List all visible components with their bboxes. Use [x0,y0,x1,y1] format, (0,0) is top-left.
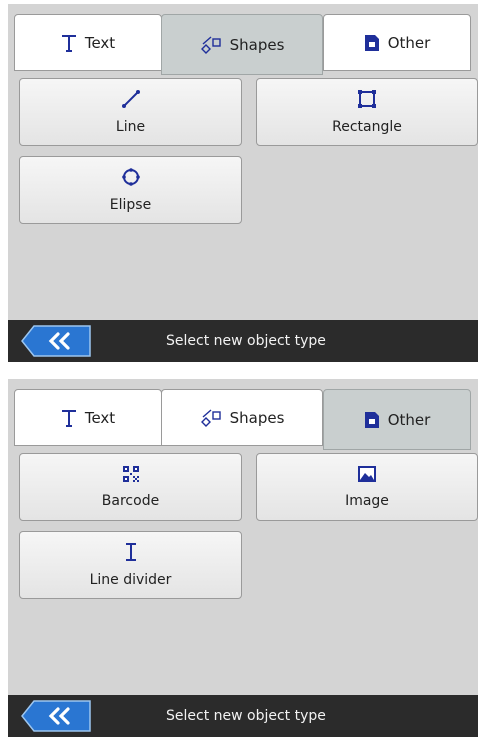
double-chevron-left-icon [21,325,91,357]
qr-code-icon [122,465,140,487]
status-text: Select new object type [166,708,326,724]
tab-other[interactable]: Other [323,389,471,450]
shapes-icon [200,35,222,54]
button-label: Barcode [101,493,160,509]
double-chevron-left-icon [21,700,91,732]
tab-label: Other [387,33,431,52]
ellipse-button[interactable]: Elipse [19,156,242,224]
button-label: Image [345,493,389,509]
back-button[interactable] [20,325,92,357]
tab-text[interactable]: Text [14,389,162,446]
line-divider-button[interactable]: Line divider [19,531,242,599]
status-bar: Select new object type [8,695,478,737]
line-divider-icon [124,542,138,566]
ellipse-icon [121,167,141,191]
line-button[interactable]: Line [19,78,242,146]
tab-label: Text [84,33,116,52]
tab-other[interactable]: Other [323,14,471,71]
button-label: Line divider [89,572,172,588]
image-icon [357,465,377,487]
text-icon [61,409,77,427]
line-icon [121,89,141,113]
status-text: Select new object type [166,333,326,349]
tab-label: Text [84,408,116,427]
document-icon [364,411,380,429]
status-bar: Select new object type [8,320,478,362]
barcode-button[interactable]: Barcode [19,453,242,521]
shapes-icon [200,408,222,427]
document-icon [364,34,380,52]
button-label: Line [115,119,146,135]
text-icon [61,34,77,52]
back-button[interactable] [20,700,92,732]
tab-label: Shapes [229,35,285,54]
button-label: Elipse [109,197,152,213]
tab-shapes[interactable]: Shapes [161,389,323,446]
object-type-panel-other: Text Shapes Other Barcode Image Line div… [8,379,478,737]
button-label: Rectangle [332,119,402,135]
tab-text[interactable]: Text [14,14,162,71]
rectangle-button[interactable]: Rectangle [256,78,478,146]
image-button[interactable]: Image [256,453,478,521]
tab-shapes[interactable]: Shapes [161,14,323,75]
object-type-panel-shapes: Text Shapes Other Line Rectangle Elipse … [8,4,478,362]
tab-label: Other [387,410,431,429]
rectangle-icon [357,89,377,113]
tab-label: Shapes [229,408,285,427]
